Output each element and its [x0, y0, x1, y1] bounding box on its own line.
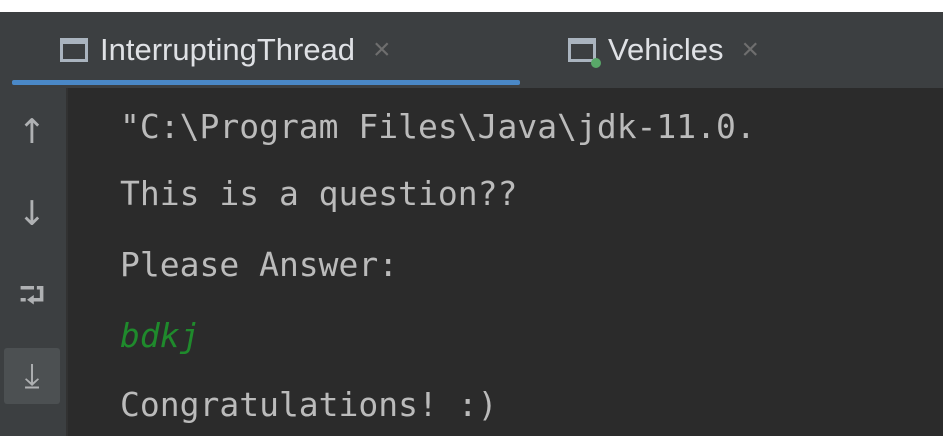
tab-label: InterruptingThread [100, 32, 356, 67]
console-line-question: This is a question?? [120, 174, 518, 213]
console-output[interactable]: "C:\Program Files\Java\jdk-11.0. This is… [68, 88, 943, 436]
close-icon[interactable]: × [741, 33, 759, 67]
console-toolbar: ↑ ↓ ⮒ ⤓ [0, 88, 68, 436]
active-tab-indicator [12, 80, 520, 85]
close-icon[interactable]: × [373, 33, 391, 67]
run-console-window: InterruptingThread × Vehicles × ↑ ↓ ⮒ ⤓ … [0, 0, 943, 436]
soft-wrap-icon[interactable]: ⮒ [4, 272, 60, 328]
window-icon [60, 38, 88, 62]
window-top-strip [0, 0, 943, 12]
down-arrow-icon[interactable]: ↓ [4, 186, 60, 242]
console-line-command: "C:\Program Files\Java\jdk-11.0. [120, 107, 756, 146]
tab-interruptingthread[interactable]: InterruptingThread × [12, 12, 520, 88]
tab-vehicles[interactable]: Vehicles × [560, 12, 830, 88]
window-run-icon [568, 38, 601, 68]
up-arrow-icon[interactable]: ↑ [4, 104, 60, 160]
tab-label: Vehicles [608, 32, 724, 67]
running-indicator-icon [591, 58, 601, 68]
scroll-to-end-icon[interactable]: ⤓ [4, 348, 60, 404]
console-line-prompt: Please Answer: [120, 245, 399, 284]
run-tab-bar: InterruptingThread × Vehicles × [0, 12, 943, 88]
console-line-user-input: bdkj [120, 316, 200, 355]
console-line-result: Congratulations! :) [120, 385, 498, 424]
